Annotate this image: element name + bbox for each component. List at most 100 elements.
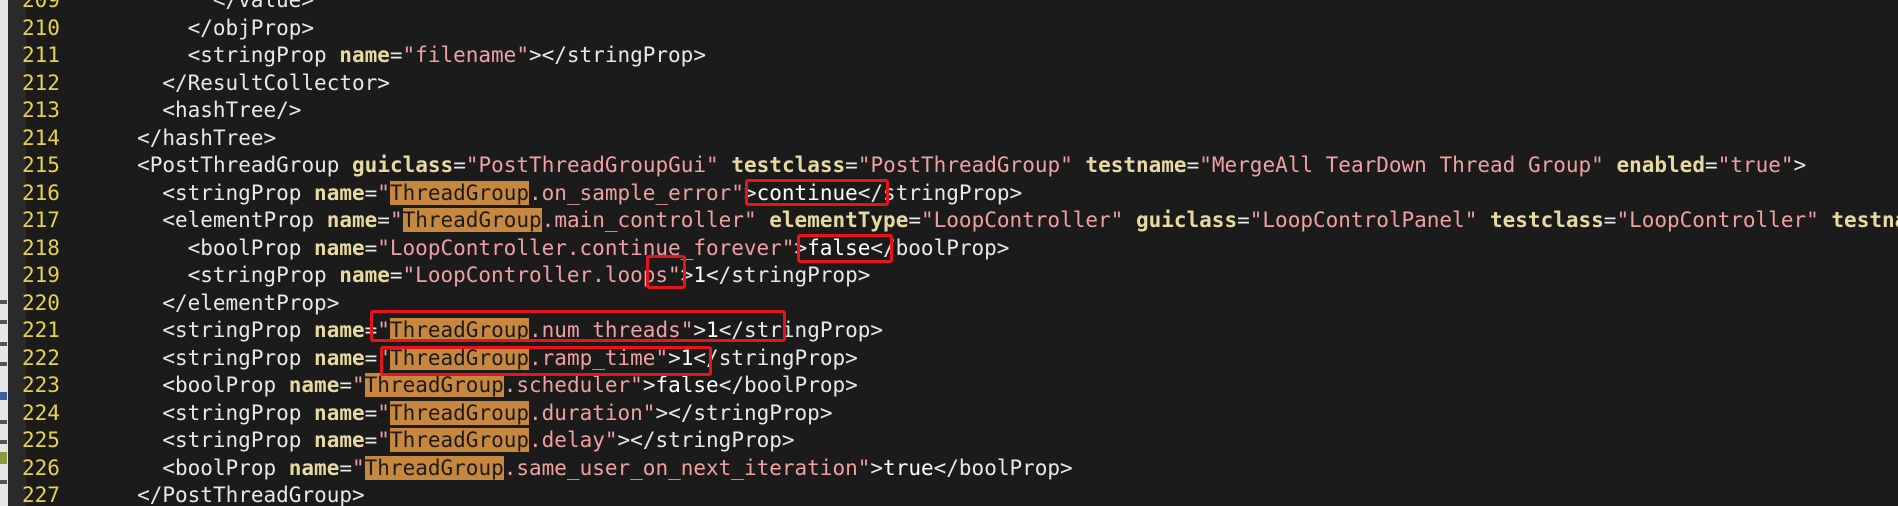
token-attr: name	[314, 180, 365, 205]
token-tag: =	[364, 235, 378, 260]
token-tag: =	[1186, 153, 1200, 177]
code-line[interactable]: 219 <stringProp name="LoopController.loop…	[0, 262, 1898, 290]
annotation-box-loops	[646, 255, 686, 289]
token-str: "MergeAll TearDown Thread Group"	[1199, 153, 1604, 177]
token-hl: ThreadGroup	[364, 373, 504, 397]
code-line[interactable]: 211 <stringProp name="filename"></stringP…	[0, 42, 1898, 70]
line-number: 216	[22, 180, 60, 205]
code-line[interactable]: 225 <stringProp name="ThreadGroup.delay">…	[0, 427, 1898, 455]
code-text: <stringProp name="filename"></stringProp…	[188, 42, 706, 70]
code-line[interactable]: 215 <PostThreadGroup guiclass="PostThread…	[0, 152, 1898, 180]
token-tag: =	[1237, 208, 1250, 232]
line-number: 220	[22, 290, 60, 315]
token-attr: testclass	[1490, 208, 1604, 232]
line-number: 223	[22, 373, 60, 397]
annotation-box-ramp-time	[380, 346, 712, 376]
token-str: "	[377, 400, 390, 425]
token-tag: <PostThreadGroup	[137, 153, 353, 177]
code-text: </elementProp>	[162, 290, 339, 318]
token-tag: =	[364, 400, 378, 425]
code-line[interactable]: 223 <boolProp name="ThreadGroup.scheduler…	[0, 372, 1898, 400]
line-number: 227	[22, 483, 60, 506]
token-tag: <hashTree/>	[162, 98, 302, 122]
token-tag: =	[364, 428, 378, 452]
token-tag: =	[377, 208, 390, 232]
token-str: "PostThreadGroup"	[857, 153, 1073, 177]
token-tag	[757, 208, 770, 232]
code-line[interactable]: 220 </elementProp>	[0, 290, 1898, 318]
token-tag: =	[453, 153, 466, 177]
token-attr: testclass	[731, 153, 846, 177]
code-line[interactable]: 227 </PostThreadGroup>	[0, 482, 1898, 506]
token-tag: =	[364, 180, 378, 205]
token-tag: </PostThreadGroup>	[137, 483, 365, 506]
token-attr: name	[288, 373, 340, 397]
token-tag: <stringProp	[162, 180, 315, 205]
line-number: 218	[22, 235, 60, 260]
token-tag: ></stringProp>	[655, 400, 833, 425]
line-number: 214	[22, 125, 60, 150]
line-number: 212	[22, 70, 60, 95]
token-tag: >	[642, 373, 656, 397]
token-str: "true"	[1717, 153, 1794, 177]
token-tag: =	[389, 263, 403, 287]
code-line[interactable]: 226 <boolProp name="ThreadGroup.same_user…	[0, 455, 1898, 483]
token-txt: 1	[693, 263, 706, 287]
token-tag: </objProp>	[187, 15, 315, 40]
code-line[interactable]: 222 <stringProp name="ThreadGroup.ramp_ti…	[0, 345, 1898, 373]
code-text: <elementProp name="ThreadGroup.main_cont…	[162, 207, 1898, 235]
code-text: <stringProp name="ThreadGroup.delay"></s…	[162, 427, 795, 455]
code-text: <hashTree/>	[162, 97, 301, 125]
token-attr: name	[314, 318, 365, 342]
token-tag: =	[1603, 208, 1617, 232]
token-str: "	[377, 428, 390, 452]
code-line[interactable]: 209 </value>	[0, 0, 1898, 15]
code-line[interactable]: 224 <stringProp name="ThreadGroup.duratio…	[0, 400, 1898, 428]
token-tag: </ResultCollector>	[162, 70, 390, 95]
token-str: .delay"	[529, 428, 618, 452]
code-text: <PostThreadGroup guiclass="PostThreadGro…	[137, 152, 1806, 180]
code-line[interactable]: 216 <stringProp name="ThreadGroup.on_samp…	[0, 180, 1898, 208]
token-attr: name	[326, 208, 378, 232]
code-line[interactable]: 210 </objProp>	[0, 15, 1898, 43]
token-tag: <stringProp	[187, 263, 340, 287]
token-str: .same_user_on_next_iteration"	[503, 455, 871, 480]
code-line[interactable]: 218 <boolProp name="LoopController.contin…	[0, 235, 1898, 263]
token-tag: >	[870, 455, 884, 480]
token-attr: guiclass	[1135, 208, 1238, 232]
token-str: "LoopController.loops"	[402, 263, 681, 287]
code-line[interactable]: 221 <stringProp name="ThreadGroup.num_thr…	[0, 317, 1898, 345]
code-editor[interactable]: 209 </value> 210 </objProp> 211 <stringProp n…	[0, 0, 1898, 506]
line-number: 213	[22, 98, 60, 122]
code-text: </value>	[213, 0, 314, 15]
token-hl: ThreadGroup	[389, 400, 530, 425]
token-tag	[1819, 208, 1832, 232]
token-attr: name	[314, 400, 365, 425]
token-tag: <stringProp	[162, 345, 315, 370]
token-attr: name	[339, 43, 390, 67]
token-str: "	[377, 180, 390, 205]
annotation-box-num-threads	[370, 310, 786, 342]
token-hl: ThreadGroup	[389, 180, 530, 205]
token-str: "filename"	[402, 43, 529, 67]
token-tag: <boolProp	[187, 235, 315, 260]
code-line[interactable]: 213 <hashTree/>	[0, 97, 1898, 125]
token-tag: </stringProp>	[693, 345, 858, 370]
token-tag: </stringProp>	[706, 263, 871, 287]
token-tag: ></stringProp>	[528, 43, 706, 67]
token-tag	[1073, 153, 1086, 177]
code-line[interactable]: 214 </hashTree>	[0, 125, 1898, 153]
token-tag: <elementProp	[162, 208, 327, 232]
code-text: </ResultCollector>	[162, 70, 390, 98]
annotation-box-false	[797, 234, 893, 263]
token-attr: enabled	[1616, 153, 1705, 177]
code-line[interactable]: 217 <elementProp name="ThreadGroup.main_c…	[0, 207, 1898, 235]
token-tag: =	[908, 208, 921, 232]
code-line[interactable]: 212 </ResultCollector>	[0, 70, 1898, 98]
token-tag: </boolProp>	[933, 455, 1073, 480]
token-tag: ></stringProp>	[617, 428, 795, 452]
token-tag: =	[389, 43, 403, 67]
token-attr: name	[314, 235, 365, 260]
token-tag: =	[364, 345, 378, 370]
token-tag: <stringProp	[162, 428, 315, 452]
